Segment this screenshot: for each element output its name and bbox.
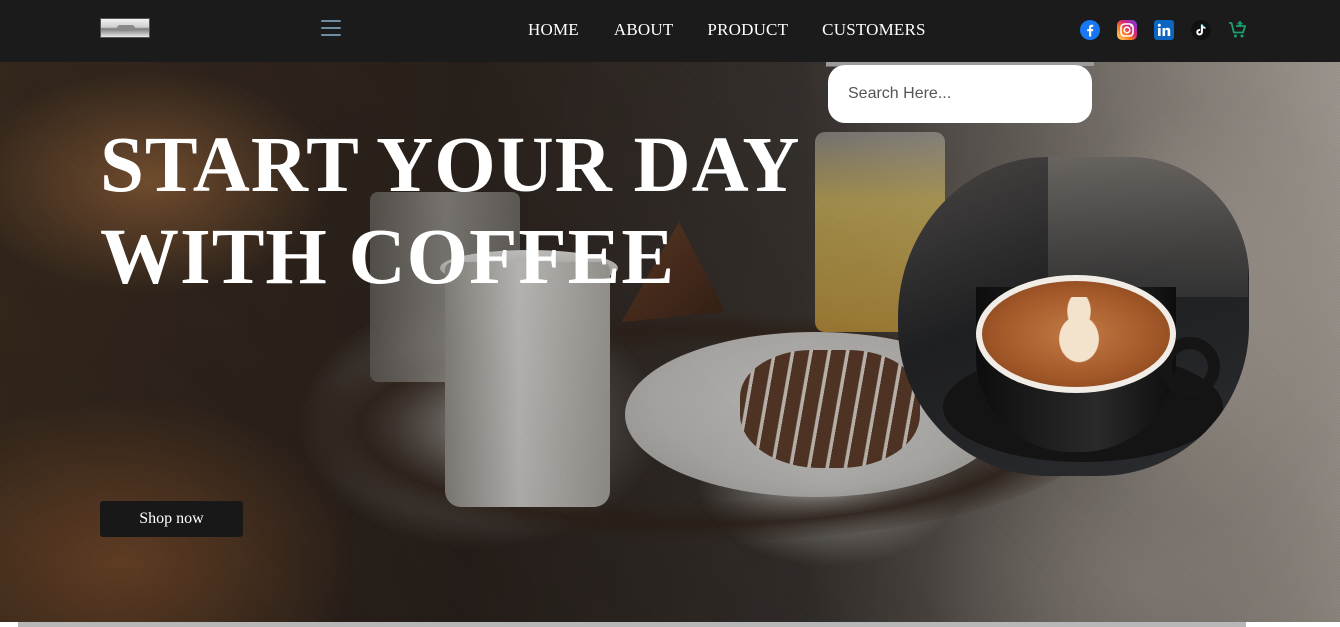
nav-customers-link[interactable]: CUSTOMERS	[822, 20, 926, 40]
hamburger-menu-icon[interactable]	[321, 20, 341, 36]
search-input[interactable]	[828, 65, 1092, 123]
latte-image	[898, 157, 1249, 476]
hero-section: START YOUR DAY WITH COFFEE Shop now	[0, 62, 1340, 622]
navbar: HOME ABOUT PRODUCT CUSTOMERS	[0, 0, 1340, 62]
hero-title-line1: START YOUR DAY	[100, 122, 801, 209]
nav-home-link[interactable]: HOME	[528, 20, 579, 40]
search-box	[826, 62, 1094, 124]
shop-now-button[interactable]: Shop now	[100, 501, 243, 537]
tiktok-icon[interactable]	[1191, 20, 1211, 40]
social-links	[1080, 20, 1248, 40]
hero-title: START YOUR DAY WITH COFFEE	[100, 120, 860, 304]
nav-product-link[interactable]: PRODUCT	[707, 20, 788, 40]
cart-plus-icon[interactable]	[1228, 20, 1248, 40]
nav-about-link[interactable]: ABOUT	[614, 20, 674, 40]
facebook-icon[interactable]	[1080, 20, 1100, 40]
hero-title-line2: WITH COFFEE	[100, 214, 676, 301]
logo[interactable]	[100, 18, 150, 38]
instagram-icon[interactable]	[1117, 20, 1137, 40]
linkedin-icon[interactable]	[1154, 20, 1174, 40]
main-nav: HOME ABOUT PRODUCT CUSTOMERS	[528, 20, 926, 40]
horizontal-scrollbar[interactable]	[18, 622, 1246, 627]
